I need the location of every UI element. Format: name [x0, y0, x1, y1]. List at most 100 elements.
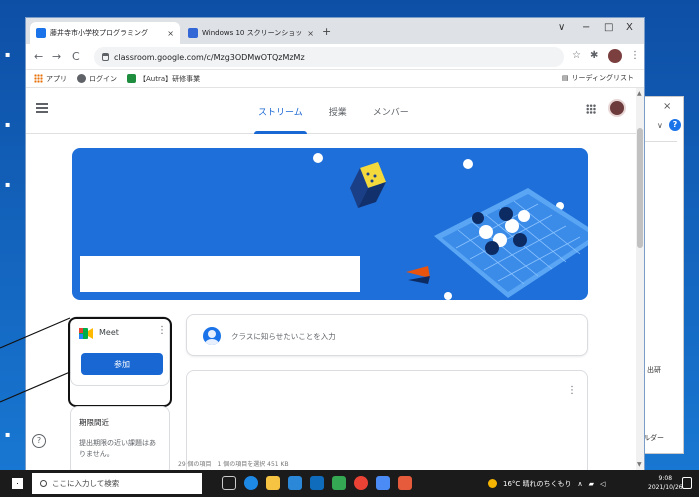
desktop-icon[interactable]: ▪: [5, 50, 10, 59]
clock-date: 2021/10/26: [648, 484, 683, 491]
tab-search-icon[interactable]: ∨: [558, 22, 565, 33]
bookmark-label: ログイン: [89, 74, 117, 83]
chrome-icon[interactable]: [354, 476, 368, 490]
annotation-highlight-box: [68, 317, 172, 407]
app-icon[interactable]: [332, 476, 346, 490]
mail-icon[interactable]: [310, 476, 324, 490]
taskbar-search-input[interactable]: ここに入力して検索: [32, 473, 202, 494]
app-icon[interactable]: [376, 476, 390, 490]
windows-taskbar: ここに入力して検索 16°C 晴れのちくもり ∧ ▰ ◁ 9:08 2021/1…: [0, 470, 699, 497]
classroom-nav-tabs: ストリーム 授業 メンバー: [254, 88, 409, 134]
class-title-redacted: [80, 256, 360, 292]
background-window-text: ルダー: [643, 434, 664, 442]
tab-strip: 藤井寺市小学校プログラミング × Windows 10 スクリーンショットを撮る…: [26, 18, 644, 44]
edge-icon[interactable]: [244, 476, 258, 490]
bookmark-label: アプリ: [46, 74, 67, 83]
reading-list-button[interactable]: ▤ リーディングリスト: [562, 73, 634, 83]
more-menu-icon[interactable]: ⋮: [630, 50, 640, 61]
close-icon[interactable]: ×: [663, 101, 671, 112]
maximize-icon[interactable]: □: [604, 22, 613, 33]
lock-icon[interactable]: [102, 53, 109, 61]
tab-title: Windows 10 スクリーンショットを撮る: [202, 29, 303, 37]
globe-icon: [77, 74, 86, 83]
account-avatar[interactable]: [608, 99, 626, 117]
reading-list-label: リーディングリスト: [571, 74, 634, 82]
desktop-icon[interactable]: ▪: [5, 180, 10, 189]
clock-time: 9:08: [658, 475, 673, 482]
star-icon[interactable]: ☆: [572, 50, 581, 61]
apps-grid-icon: [34, 74, 43, 83]
class-banner: [72, 148, 588, 300]
bookmark-autra[interactable]: 【Autra】研修事業: [127, 74, 200, 84]
page-favicon-icon: [188, 28, 198, 38]
tab-stream[interactable]: ストリーム: [254, 88, 307, 134]
tab-people[interactable]: メンバー: [373, 88, 409, 134]
store-icon[interactable]: [288, 476, 302, 490]
main-menu-icon[interactable]: [36, 103, 48, 113]
search-placeholder: ここに入力して検索: [52, 479, 120, 488]
scrollbar-thumb[interactable]: [637, 128, 643, 248]
announce-box[interactable]: クラスに知らせたいことを入力: [186, 314, 588, 356]
url-input[interactable]: classroom.google.com/c/Mzg3ODMwOTQzMzMz: [94, 47, 564, 67]
new-tab-icon[interactable]: +: [322, 25, 331, 38]
address-bar-row: ← → C classroom.google.com/c/Mzg3ODMwOTQ…: [26, 44, 644, 70]
desktop-icon[interactable]: ▪: [5, 430, 10, 439]
task-view-icon[interactable]: [222, 476, 236, 490]
stream-post-card: ⋮: [186, 370, 588, 470]
browser-tab-classroom[interactable]: 藤井寺市小学校プログラミング ×: [30, 22, 180, 44]
background-window-text: 出研: [647, 366, 661, 374]
bookmark-label: 【Autra】研修事業: [139, 74, 201, 83]
volume-icon[interactable]: ◁: [600, 480, 605, 488]
url-text: classroom.google.com/c/Mzg3ODMwOTQzMzMz: [114, 52, 305, 62]
close-tab-icon[interactable]: ×: [167, 29, 174, 38]
notification-icon[interactable]: [682, 477, 692, 489]
chevron-down-icon[interactable]: ∨: [657, 121, 663, 130]
file-explorer-icon[interactable]: [266, 476, 280, 490]
scroll-down-icon[interactable]: ▼: [637, 461, 642, 468]
desktop-icon[interactable]: ▪: [5, 120, 10, 129]
bookmark-icon: [127, 74, 136, 83]
scroll-up-icon[interactable]: ▲: [637, 90, 642, 97]
explorer-status-text: 29 個の項目 1 個の項目を選択 451 KB: [178, 461, 289, 468]
post-options-icon[interactable]: ⋮: [567, 386, 577, 396]
announce-placeholder: クラスに知らせたいことを入力: [231, 332, 336, 341]
desktop-icons-column: ▪ ▪ ▪ ▪: [0, 20, 22, 460]
app-icon[interactable]: [398, 476, 412, 490]
user-avatar-icon: [203, 327, 221, 345]
extensions-icon[interactable]: ✱: [590, 50, 598, 61]
weather-text[interactable]: 16°C 晴れのちくもり: [503, 479, 572, 489]
page-scrollbar[interactable]: ▲ ▼: [636, 88, 644, 470]
classroom-favicon-icon: [36, 28, 46, 38]
windows-start-icon[interactable]: [12, 478, 23, 489]
weather-icon[interactable]: [488, 479, 497, 488]
profile-avatar[interactable]: [608, 49, 622, 63]
back-icon[interactable]: ←: [34, 50, 43, 63]
google-apps-icon[interactable]: [586, 104, 596, 114]
classroom-page: ストリーム 授業 メンバー Meet ⋮ 参加 期限間近 提出期限の近い課題はあ…: [26, 88, 644, 470]
help-icon[interactable]: ?: [669, 119, 681, 131]
bookmark-apps[interactable]: アプリ: [34, 74, 67, 84]
taskbar-clock[interactable]: 9:08 2021/10/26: [648, 474, 683, 492]
divider: [645, 141, 677, 142]
upcoming-title: 期限間近: [79, 418, 109, 427]
minimize-icon[interactable]: −: [582, 22, 590, 33]
classroom-app-bar: ストリーム 授業 メンバー: [26, 88, 636, 134]
reload-icon[interactable]: C: [72, 50, 80, 63]
reading-list-icon: ▤: [561, 74, 569, 82]
upcoming-work-card: 期限間近 提出期限の近い課題はありません。: [70, 406, 170, 470]
search-icon: [40, 480, 47, 487]
upcoming-text: 提出期限の近い課題はありません。: [79, 439, 156, 458]
forward-icon[interactable]: →: [52, 50, 61, 63]
tab-title: 藤井寺市小学校プログラミング: [50, 29, 148, 37]
tray-chevron-icon[interactable]: ∧: [578, 480, 583, 488]
tab-classwork[interactable]: 授業: [329, 88, 347, 134]
close-window-icon[interactable]: X: [626, 22, 633, 33]
browser-window: 藤井寺市小学校プログラミング × Windows 10 スクリーンショットを撮る…: [26, 18, 644, 470]
system-tray: 16°C 晴れのちくもり ∧ ▰ ◁: [488, 470, 605, 497]
bookmark-login[interactable]: ログイン: [77, 74, 117, 84]
bookmarks-bar: アプリ ログイン 【Autra】研修事業 ▤ リーディングリスト: [26, 70, 644, 88]
browser-tab-windows10[interactable]: Windows 10 スクリーンショットを撮る ×: [182, 22, 320, 44]
network-icon[interactable]: ▰: [589, 480, 594, 488]
close-tab-icon[interactable]: ×: [307, 29, 314, 38]
help-icon[interactable]: ?: [32, 434, 46, 448]
